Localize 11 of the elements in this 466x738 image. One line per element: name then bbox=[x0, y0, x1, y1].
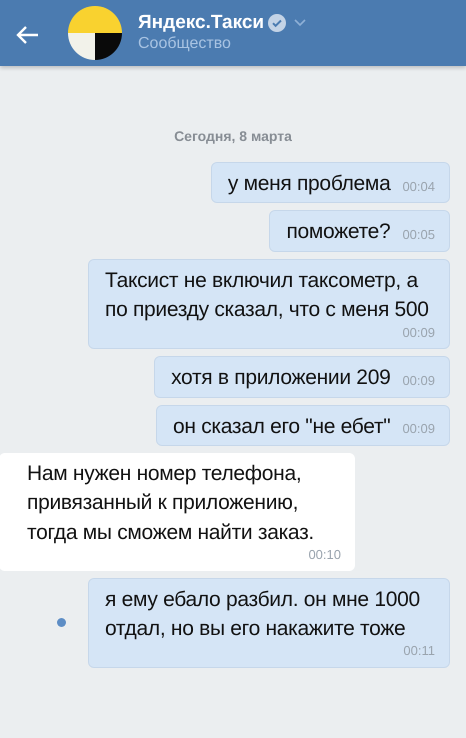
incoming-message-bubble[interactable]: Нам нужен номер телефона, привязанный к приложению, тогда мы сможем найти заказ. 00:10 bbox=[0, 452, 355, 571]
outgoing-message-bubble[interactable]: у меня проблема 00:04 bbox=[210, 162, 450, 204]
chat-subtitle: Сообщество bbox=[138, 34, 232, 54]
outgoing-message-bubble[interactable]: хотя в приложении 209 00:09 bbox=[154, 356, 450, 398]
outgoing-message-bubble[interactable]: поможете? 00:05 bbox=[269, 210, 450, 252]
outgoing-message-bubble[interactable]: он сказал его "не ебет" 00:09 bbox=[156, 404, 450, 446]
date-separator: Сегодня, 8 марта bbox=[174, 128, 292, 144]
avatar[interactable] bbox=[68, 6, 122, 60]
outgoing-message-bubble[interactable]: Таксист не включил таксометр, а по приезду сказал, что с меня 500 00:09 bbox=[88, 258, 450, 350]
chat-title[interactable]: Яндекс.Такси bbox=[138, 12, 264, 34]
outgoing-message-bubble[interactable]: я ему ебало разбил. он мне 1000 отдал, но вы его накажите тоже 00:11 bbox=[88, 578, 450, 668]
